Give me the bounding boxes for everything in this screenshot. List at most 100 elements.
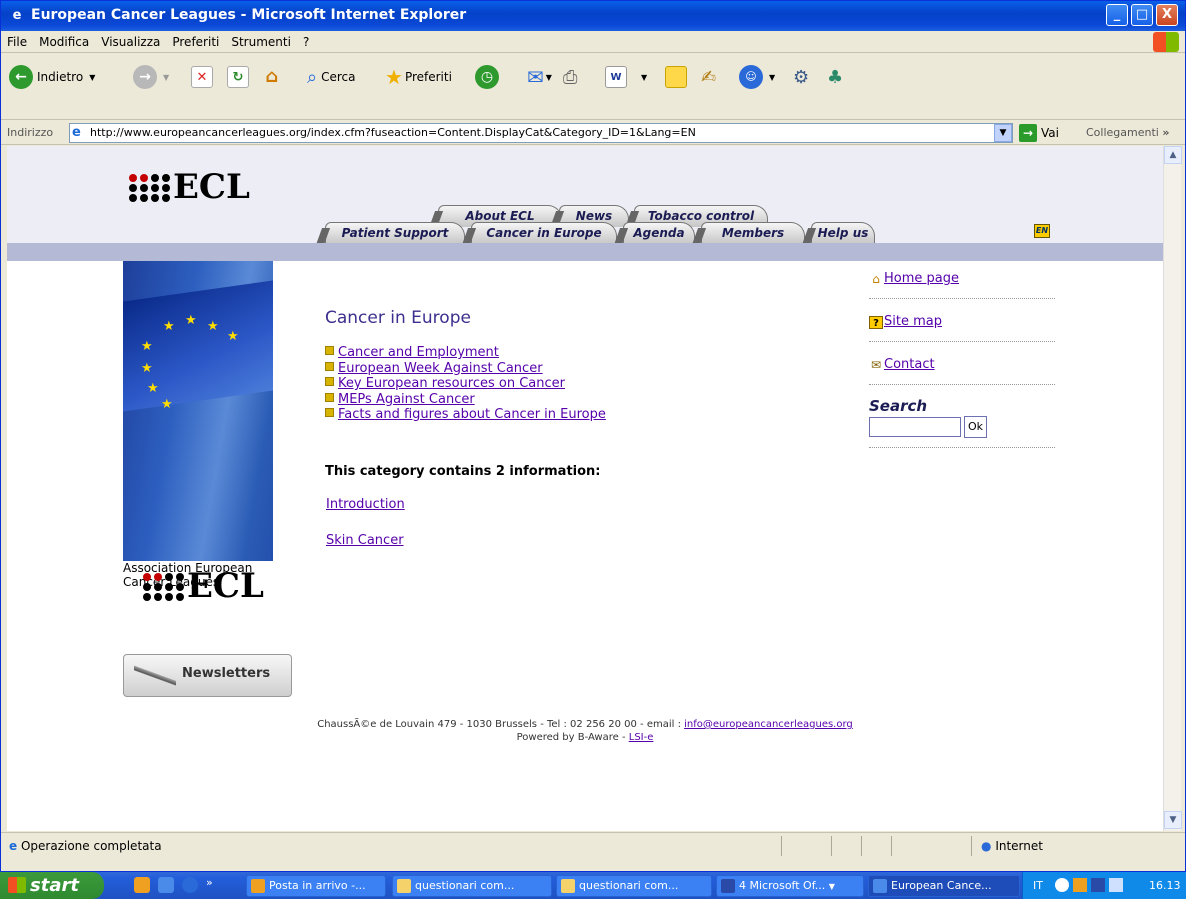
close-button[interactable]: X (1156, 4, 1178, 26)
tab-patient-support[interactable]: Patient Support (325, 222, 465, 244)
home-page-link[interactable]: ⌂ Home page (869, 268, 1055, 290)
media-quicklaunch-icon[interactable] (182, 877, 198, 893)
more-chevron-icon[interactable]: » (206, 876, 213, 889)
search-heading: Search (869, 397, 928, 415)
word-tray-icon[interactable] (1091, 878, 1105, 892)
word-icon (721, 879, 735, 893)
folder-icon (561, 879, 575, 893)
link-introduction[interactable]: Introduction (326, 497, 405, 512)
contacts-button[interactable]: ♣ (827, 64, 843, 90)
clock[interactable]: 16.13 (1149, 872, 1181, 899)
home-button[interactable]: ⌂ (261, 64, 283, 90)
chevron-down-icon: ▼ (828, 882, 835, 891)
address-bar: Indirizzo e http://www.europeancancerlea… (1, 121, 1185, 145)
menu-help[interactable]: ? (297, 31, 315, 53)
print-button[interactable]: ⎙ (563, 64, 577, 90)
newsletters-button[interactable]: Newsletters (123, 654, 292, 697)
outlook-tray-icon[interactable] (1073, 878, 1087, 892)
search-input[interactable] (869, 417, 961, 437)
mail-button[interactable]: ✉ ▼ (527, 64, 552, 90)
task-microsoft-office[interactable]: 4 Microsoft Of... ▼ (716, 875, 864, 897)
messenger-icon: ☺ (739, 65, 763, 89)
link-facts-figures[interactable]: Facts and figures about Cancer in Europe (325, 407, 845, 423)
window-title: European Cancer Leagues - Microsoft Inte… (31, 7, 467, 23)
chevron-down-icon: ▼ (769, 72, 776, 82)
ecl-logo[interactable]: ECL (129, 170, 250, 204)
language-en-button[interactable]: EN (1034, 224, 1050, 238)
menu-file[interactable]: File (1, 31, 33, 53)
messenger-button[interactable]: ☺ ▼ (739, 64, 775, 90)
notes-button[interactable] (665, 64, 687, 90)
task-questionari-2[interactable]: questionari com... (556, 875, 712, 897)
tab-cancer-in-europe[interactable]: Cancer in Europe (471, 222, 617, 244)
ie-quicklaunch-icon[interactable] (158, 877, 174, 893)
footer-address-text: ChaussÃ©e de Louvain 479 - 1030 Brussels… (317, 719, 685, 730)
home-icon: ⌂ (872, 272, 880, 286)
language-indicator[interactable]: IT (1033, 872, 1043, 899)
tools-button[interactable]: ⚙ (793, 64, 809, 90)
star-icon: ★ (161, 397, 173, 412)
outlook-quicklaunch-icon[interactable] (134, 877, 150, 893)
link-european-week[interactable]: European Week Against Cancer (325, 361, 845, 377)
site-map-link[interactable]: ? Site map (869, 311, 1055, 333)
link-key-resources[interactable]: Key European resources on Cancer (325, 376, 845, 392)
printer-icon: ⎙ (563, 66, 578, 88)
minimize-button[interactable]: _ (1106, 4, 1128, 26)
favorites-label: Preferiti (404, 70, 452, 84)
history-button[interactable]: ◷ (475, 64, 499, 90)
site-map-label: Site map (884, 314, 942, 329)
menu-modifica[interactable]: Modifica (33, 31, 95, 53)
link-skin-cancer[interactable]: Skin Cancer (326, 533, 404, 548)
scroll-down-button[interactable]: ▼ (1164, 811, 1182, 829)
footer-email-link[interactable]: info@europeancancerleagues.org (684, 719, 853, 730)
network-tray-icon[interactable] (1109, 878, 1123, 892)
refresh-icon: ↻ (227, 66, 249, 88)
vertical-scrollbar[interactable]: ▲ ▼ (1163, 146, 1182, 831)
task-european-cancer[interactable]: European Cance... (868, 875, 1020, 897)
forward-button[interactable]: → ▼ (133, 64, 169, 90)
link-meps-against-cancer[interactable]: MEPs Against Cancer (325, 392, 845, 408)
divider (869, 341, 1055, 342)
search-icon: ⌕ (307, 66, 318, 88)
menu-strumenti[interactable]: Strumenti (225, 31, 297, 53)
task-posta[interactable]: Posta in arrivo -... (246, 875, 386, 897)
go-button[interactable]: → Vai (1019, 124, 1059, 142)
address-input[interactable]: e http://www.europeancancerleagues.org/i… (69, 123, 1013, 143)
task-label: European Cance... (891, 879, 992, 892)
tab-help-us[interactable]: Help us (811, 222, 875, 244)
folder-icon (397, 879, 411, 893)
footer-lsie-link[interactable]: LSI-e (629, 732, 654, 743)
refresh-button[interactable]: ↻ (227, 64, 249, 90)
research-button[interactable]: ✍ (701, 64, 716, 90)
stop-button[interactable]: ✕ (191, 64, 213, 90)
search-ok-button[interactable]: Ok (964, 416, 988, 438)
maximize-button[interactable]: □ (1131, 4, 1153, 26)
links-toolbar[interactable]: Collegamenti » (1086, 126, 1169, 139)
envelope-icon: ✉ (870, 358, 882, 372)
task-label: 4 Microsoft Of... (739, 879, 826, 892)
site-footer: ChaussÃ©e de Louvain 479 - 1030 Brussels… (7, 718, 1163, 744)
edit-button[interactable]: W ▼ (605, 64, 647, 90)
task-questionari-1[interactable]: questionari com... (392, 875, 552, 897)
search-button[interactable]: ⌕ Cerca (307, 64, 355, 90)
divider (781, 836, 782, 856)
divider (971, 836, 972, 856)
menu-preferiti[interactable]: Preferiti (166, 31, 225, 53)
address-dropdown[interactable]: ▼ (994, 124, 1012, 142)
star-icon: ★ (185, 313, 197, 328)
tab-members[interactable]: Members (701, 222, 805, 244)
back-button[interactable]: ← Indietro ▼ (9, 64, 95, 90)
start-button[interactable]: start (0, 872, 104, 899)
favorites-button[interactable]: ★ Preferiti (385, 64, 452, 90)
status-bar: e Operazione completata ● Internet (1, 832, 1185, 858)
tab-agenda[interactable]: Agenda (623, 222, 695, 244)
contact-link[interactable]: ✉ Contact (869, 354, 1055, 376)
security-zone: ● Internet (981, 839, 1043, 853)
title-bar[interactable]: e European Cancer Leagues - Microsoft In… (1, 1, 1185, 31)
task-label: questionari com... (579, 879, 679, 892)
link-cancer-employment[interactable]: Cancer and Employment (325, 345, 845, 361)
menu-visualizza[interactable]: Visualizza (95, 31, 166, 53)
task-label: Posta in arrivo -... (269, 879, 366, 892)
scroll-up-button[interactable]: ▲ (1164, 146, 1182, 164)
back-tray-icon[interactable] (1055, 878, 1069, 892)
